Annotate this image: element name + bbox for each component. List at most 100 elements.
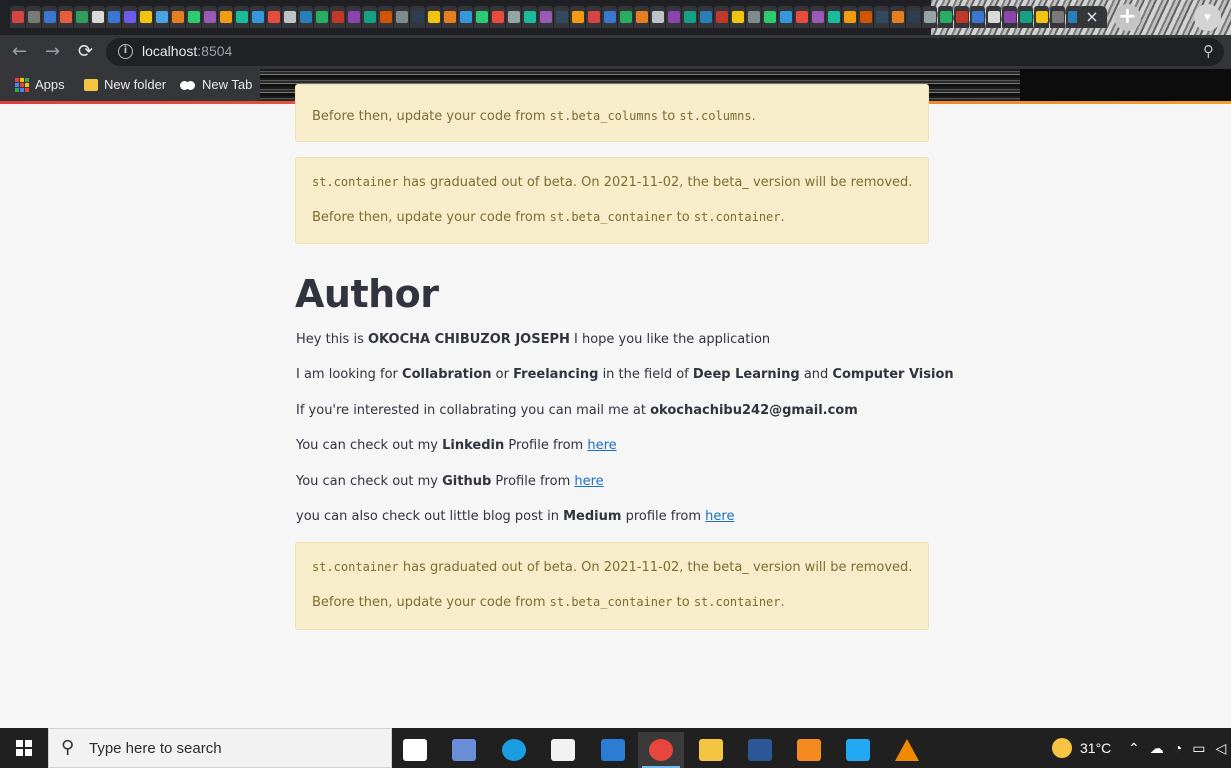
browser-tab[interactable] — [714, 6, 729, 28]
bookmark-apps[interactable]: Apps — [15, 77, 65, 92]
browser-tab[interactable] — [218, 6, 233, 28]
browser-tab[interactable] — [186, 6, 201, 28]
browser-tab[interactable] — [74, 6, 89, 28]
browser-tab[interactable] — [666, 6, 681, 28]
browser-tab[interactable] — [394, 6, 409, 28]
taskbar-app-chrome[interactable] — [638, 732, 684, 768]
browser-tab[interactable] — [730, 6, 745, 28]
taskbar-app-word[interactable] — [737, 732, 783, 768]
browser-tab[interactable] — [810, 6, 825, 28]
browser-tab[interactable] — [170, 6, 185, 28]
taskbar-app-file-explorer[interactable] — [688, 732, 734, 768]
browser-tab[interactable] — [522, 6, 537, 28]
browser-tab[interactable] — [794, 6, 809, 28]
site-info-icon[interactable]: i — [118, 44, 133, 59]
browser-tab[interactable] — [490, 6, 505, 28]
medium-link[interactable]: here — [705, 509, 734, 524]
back-arrow-icon[interactable]: ← — [12, 41, 27, 63]
browser-tab[interactable] — [602, 6, 617, 28]
browser-tab[interactable] — [890, 6, 905, 28]
browser-tab[interactable] — [874, 6, 889, 28]
browser-tab[interactable] — [138, 6, 153, 28]
taskbar-search-placeholder[interactable]: Type here to search — [89, 740, 222, 757]
browser-tab[interactable] — [250, 6, 265, 28]
browser-tab[interactable] — [618, 6, 633, 28]
browser-tab[interactable] — [42, 6, 57, 28]
browser-tab[interactable] — [586, 6, 601, 28]
browser-tab[interactable] — [426, 6, 441, 28]
browser-tab[interactable] — [762, 6, 777, 28]
browser-tab[interactable] — [26, 6, 41, 28]
forward-arrow-icon[interactable]: → — [45, 41, 60, 63]
taskbar-search-box[interactable]: ⚲ Type here to search — [48, 728, 392, 768]
browser-tab[interactable] — [234, 6, 249, 28]
taskbar-app-task-view[interactable] — [392, 732, 438, 768]
close-tab-button[interactable]: × — [1077, 6, 1107, 28]
browser-tab[interactable] — [330, 6, 345, 28]
browser-tab[interactable] — [842, 6, 857, 28]
browser-tab[interactable] — [826, 6, 841, 28]
weather-widget[interactable]: 31°C — [1052, 728, 1111, 768]
browser-tab[interactable] — [266, 6, 281, 28]
browser-tab[interactable] — [362, 6, 377, 28]
taskbar-app-mail[interactable] — [590, 732, 636, 768]
onedrive-cloud-icon[interactable]: ☁ — [1150, 740, 1164, 757]
browser-tab[interactable] — [282, 6, 297, 28]
taskbar-app-network-app[interactable] — [441, 732, 487, 768]
wifi-icon[interactable]: ◔ — [1174, 740, 1182, 756]
browser-tab[interactable] — [634, 6, 649, 28]
volume-icon[interactable]: ◁ — [1215, 740, 1226, 757]
browser-tab[interactable] — [970, 6, 985, 28]
browser-tab[interactable] — [698, 6, 713, 28]
browser-tab[interactable] — [202, 6, 217, 28]
browser-tab[interactable] — [58, 6, 73, 28]
bookmark-new-folder[interactable]: New folder — [84, 77, 166, 92]
browser-tab[interactable] — [1018, 6, 1033, 28]
browser-tab[interactable] — [106, 6, 121, 28]
browser-tab[interactable] — [298, 6, 313, 28]
address-bar[interactable]: i localhost:8504 ⚲ — [106, 38, 1224, 66]
browser-tab[interactable] — [154, 6, 169, 28]
browser-tab[interactable] — [410, 6, 425, 28]
browser-tab[interactable] — [378, 6, 393, 28]
taskbar-app-vscode[interactable] — [835, 732, 881, 768]
browser-tab[interactable] — [122, 6, 137, 28]
browser-tab[interactable] — [682, 6, 697, 28]
browser-tab[interactable] — [90, 6, 105, 28]
browser-tab[interactable] — [778, 6, 793, 28]
bookmark-new-tab[interactable]: New Tab — [180, 77, 252, 92]
github-link[interactable]: here — [574, 474, 603, 489]
browser-tab[interactable] — [346, 6, 361, 28]
reload-icon[interactable]: ⟳ — [78, 41, 93, 63]
taskbar-app-edge[interactable] — [491, 732, 537, 768]
browser-tab[interactable] — [650, 6, 665, 28]
browser-tab[interactable] — [922, 6, 937, 28]
browser-tab[interactable] — [314, 6, 329, 28]
browser-tab[interactable] — [554, 6, 569, 28]
windows-start-icon[interactable] — [16, 740, 32, 756]
url-text[interactable]: localhost:8504 — [142, 43, 232, 59]
browser-tab[interactable] — [746, 6, 761, 28]
browser-tab[interactable] — [1034, 6, 1049, 28]
browser-tab[interactable] — [10, 6, 25, 28]
linkedin-link[interactable]: here — [587, 438, 616, 453]
browser-tab[interactable] — [906, 6, 921, 28]
browser-tab[interactable] — [938, 6, 953, 28]
browser-tab[interactable] — [954, 6, 969, 28]
taskbar-app-store[interactable] — [540, 732, 586, 768]
taskbar-app-vlc[interactable] — [884, 732, 930, 768]
tab-search-button[interactable]: ▾ — [1194, 4, 1221, 31]
new-tab-button[interactable]: + — [1114, 4, 1141, 31]
chevron-up-icon[interactable]: ⌃ — [1128, 740, 1140, 757]
battery-icon[interactable]: ▭ — [1192, 740, 1205, 757]
browser-tab[interactable] — [570, 6, 585, 28]
browser-tab[interactable] — [1002, 6, 1017, 28]
taskbar-app-pdf[interactable] — [786, 732, 832, 768]
browser-tab[interactable] — [506, 6, 521, 28]
zoom-magnifier-icon[interactable]: ⚲ — [1203, 42, 1214, 60]
browser-tab[interactable] — [442, 6, 457, 28]
browser-tab[interactable] — [538, 6, 553, 28]
browser-tab[interactable] — [986, 6, 1001, 28]
browser-tab[interactable] — [1050, 6, 1065, 28]
browser-tab[interactable] — [858, 6, 873, 28]
